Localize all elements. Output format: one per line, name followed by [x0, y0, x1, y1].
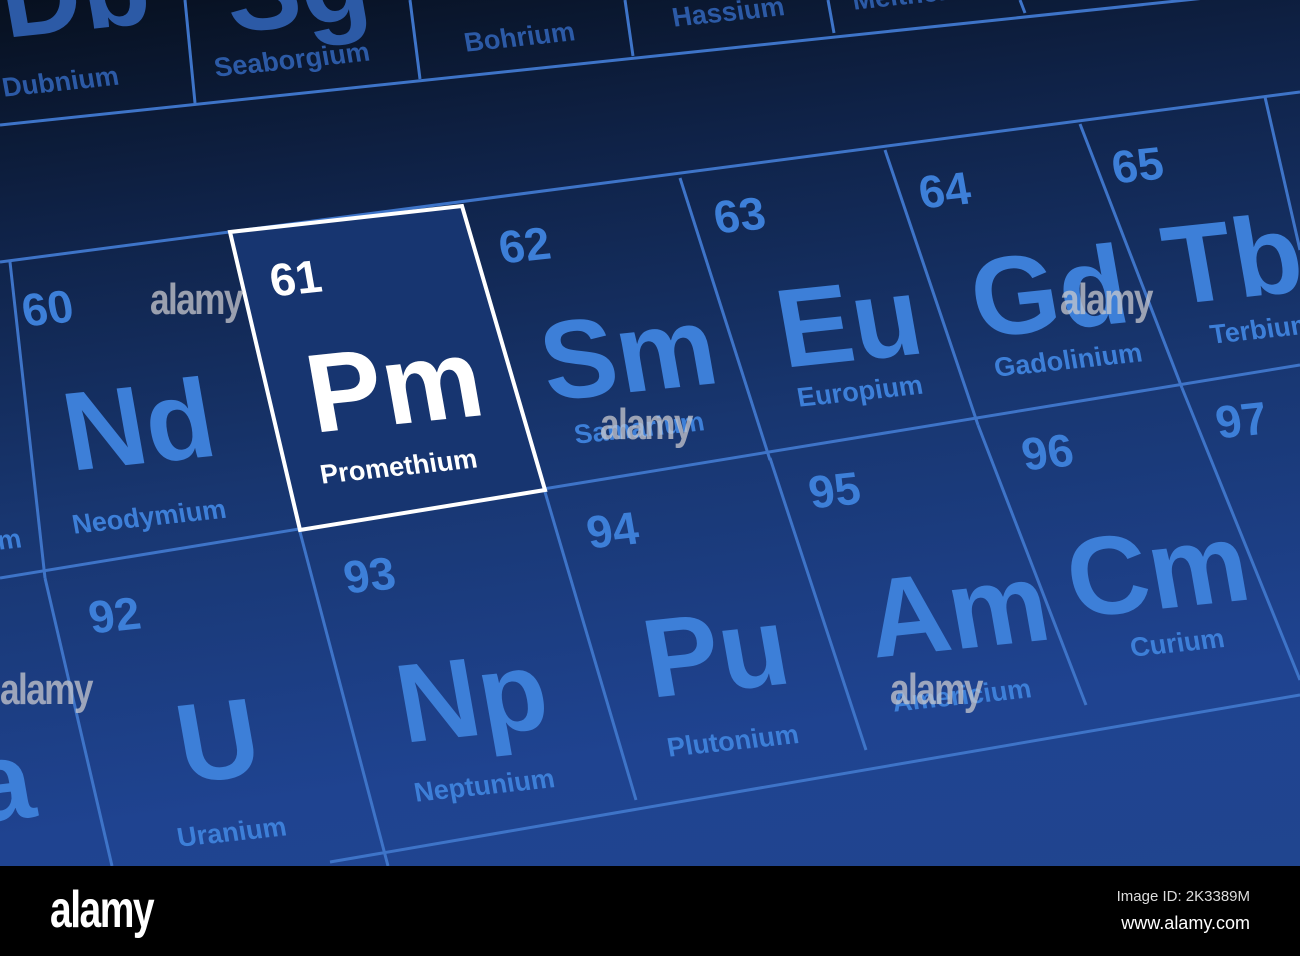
element-symbol-cm: Cm	[1056, 499, 1259, 642]
element-number-cm: 96	[1017, 423, 1078, 481]
watermark: alamy	[600, 400, 693, 449]
element-number-am: 95	[804, 461, 865, 519]
element-number-pu: 94	[582, 501, 643, 559]
grid-line	[623, 0, 635, 57]
element-number-gd: 64	[914, 161, 975, 219]
element-number-np: 93	[339, 546, 400, 604]
watermark: alamy	[890, 665, 983, 714]
site-url: www.alamy.com	[1121, 913, 1250, 933]
image-id: Image ID: 2K3389M	[1116, 888, 1250, 905]
periodic-table-illustration: DbDubniumSgSeaborgiumBohriumHassiumMeitn…	[0, 0, 1300, 866]
grid-line	[408, 0, 422, 80]
element-number-sm: 62	[494, 216, 555, 274]
watermark: alamy	[1060, 275, 1153, 324]
alamy-logo: alamy	[50, 881, 155, 939]
watermark: alamy	[0, 665, 93, 714]
element-number-tb: 65	[1107, 136, 1168, 194]
element-symbol-db: Db	[0, 0, 159, 61]
element-symbol-eu: Eu	[766, 253, 931, 392]
element-symbol-np: Np	[386, 627, 558, 767]
element-symbol-tb: Tb	[1153, 190, 1300, 329]
watermark: alamy	[150, 275, 243, 324]
footer-bar: alamy Image ID: 2K3389M www.alamy.com	[0, 866, 1300, 956]
element-symbol-am: Am	[856, 539, 1059, 682]
grid-line	[183, 0, 197, 104]
element-symbol-pm: Pm	[296, 314, 492, 457]
element-number-bk: 97	[1211, 391, 1272, 449]
element-number-pm: 61	[265, 249, 326, 307]
element-number-nd: 60	[17, 279, 78, 337]
grid-line	[1018, 0, 1027, 14]
element-number-eu: 63	[709, 186, 770, 244]
element-symbol-nd: Nd	[53, 355, 225, 495]
element-number-u: 92	[84, 586, 145, 644]
element-symbol-pu: Pu	[633, 583, 798, 722]
grid-line	[826, 0, 836, 34]
grid-line	[0, 0, 1201, 127]
